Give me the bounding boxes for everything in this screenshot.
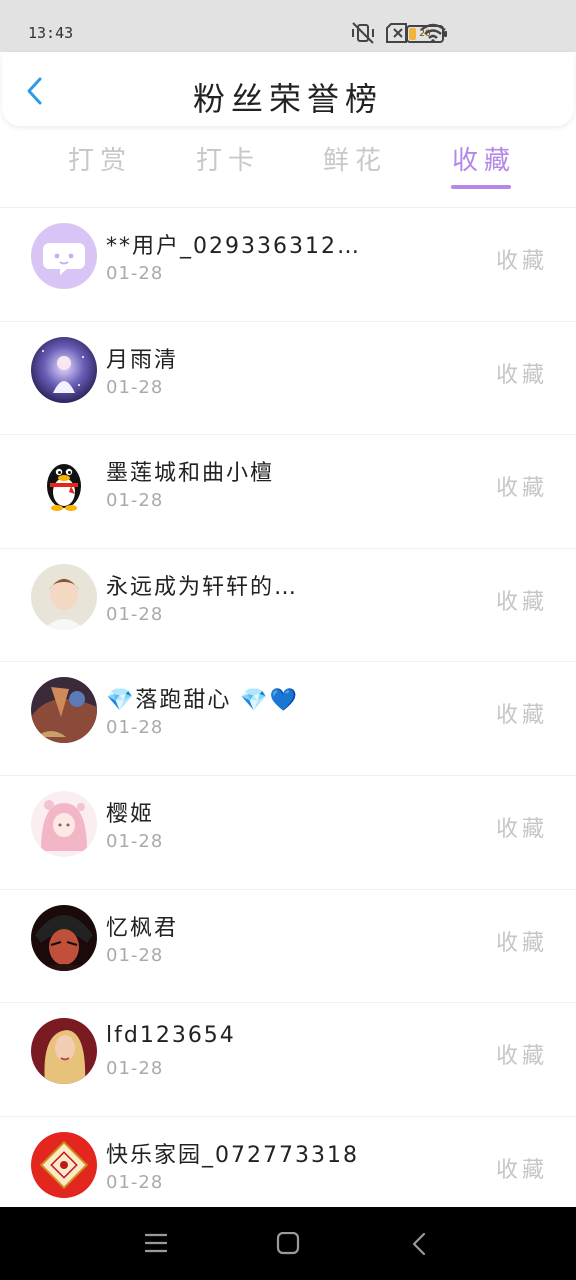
avatar [31,563,97,630]
fan-name: 樱姬 [106,801,155,827]
avatar [31,904,97,971]
fan-name: 墨莲城和曲小檀 [106,461,275,487]
battery-text: 20 [419,29,431,39]
active-tab-indicator [451,185,511,189]
home-button[interactable] [276,1231,300,1260]
game-art-avatar [31,677,97,744]
fan-name: 快乐家园_072773318 [106,1142,359,1168]
dark-anime-avatar [31,904,97,971]
list-item[interactable]: 墨莲城和曲小檀 01-28 收藏 [0,434,576,548]
list-item[interactable]: 月雨清 01-28 收藏 [0,320,576,435]
fan-date: 01-28 [106,263,164,284]
tab-favorites[interactable]: 收藏 [452,140,516,177]
list-item[interactable]: 樱姬 01-28 收藏 [0,774,576,889]
fan-name: 忆枫君 [106,915,179,941]
fan-name: 💎落跑甜心 💎💙 [106,688,300,714]
fan-name: lfd123654 [106,1023,236,1049]
status-bar: 13:43 20 [0,0,576,52]
avatar [31,790,97,857]
fan-action: 收藏 [496,362,549,388]
list-item[interactable]: 永远成为轩轩的… 01-28 收藏 [0,547,576,662]
list-item[interactable]: **用户_029336312… 01-28 收藏 [0,207,576,321]
fan-date: 01-28 [106,1058,164,1080]
fan-date: 01-28 [106,490,164,512]
fan-name: 月雨清 [106,347,179,373]
list-item[interactable]: 💎落跑甜心 💎💙 01-28 收藏 [0,661,576,775]
blonde-woman-avatar [31,1018,97,1085]
list-item[interactable]: 忆枫君 01-28 收藏 [0,888,576,1003]
mute-vibrate-icon [352,22,374,44]
menu-icon [145,1233,167,1253]
tab-checkin[interactable]: 打卡 [196,140,260,177]
back-triangle-icon [412,1232,426,1256]
tab-flowers[interactable]: 鲜花 [323,140,387,177]
boy-photo-avatar [31,563,97,630]
tab-bar: 打赏 打卡 鲜花 收藏 [0,140,576,192]
fortune-symbol-avatar [31,1131,97,1198]
fan-date: 01-28 [106,1171,164,1193]
system-nav-bar [0,1207,576,1280]
fan-list: **用户_029336312… 01-28 收藏 月雨清 01-28 收藏 墨莲… [0,207,576,1229]
list-item[interactable]: lfd123654 01-28 收藏 [0,1002,576,1116]
fan-date: 01-28 [106,830,164,852]
fan-action: 收藏 [496,930,549,956]
status-time: 13:43 [28,24,74,42]
fan-action: 收藏 [496,1157,549,1183]
fan-date: 01-28 [106,376,164,398]
galaxy-girl-avatar [31,336,97,403]
battery-icon: 20 [406,25,447,43]
fan-name: **用户_029336312… [106,234,361,259]
tab-reward[interactable]: 打赏 [68,140,132,177]
fan-action: 收藏 [496,589,549,615]
back-nav-button[interactable] [410,1232,428,1260]
fan-action: 收藏 [496,1044,549,1070]
avatar [31,1018,97,1085]
page-title: 粉丝荣誉榜 [192,80,383,118]
fan-date: 01-28 [106,603,164,625]
fan-name: 永远成为轩轩的… [106,574,299,600]
fan-action: 收藏 [496,249,549,274]
home-square-icon [276,1231,300,1255]
avatar [31,1131,97,1198]
avatar [31,223,97,289]
anime-girl-avatar [31,790,97,857]
fan-action: 收藏 [496,476,549,502]
fan-action: 收藏 [496,703,549,729]
fan-action: 收藏 [496,816,549,842]
header: 粉丝荣誉榜 [2,52,574,126]
menu-button[interactable] [144,1232,168,1258]
avatar [31,336,97,403]
avatar [31,677,97,744]
chat-bubble-icon [31,223,97,289]
penguin-icon [31,450,97,517]
fan-date: 01-28 [106,944,164,966]
avatar [31,450,97,517]
fan-date: 01-28 [106,717,164,739]
